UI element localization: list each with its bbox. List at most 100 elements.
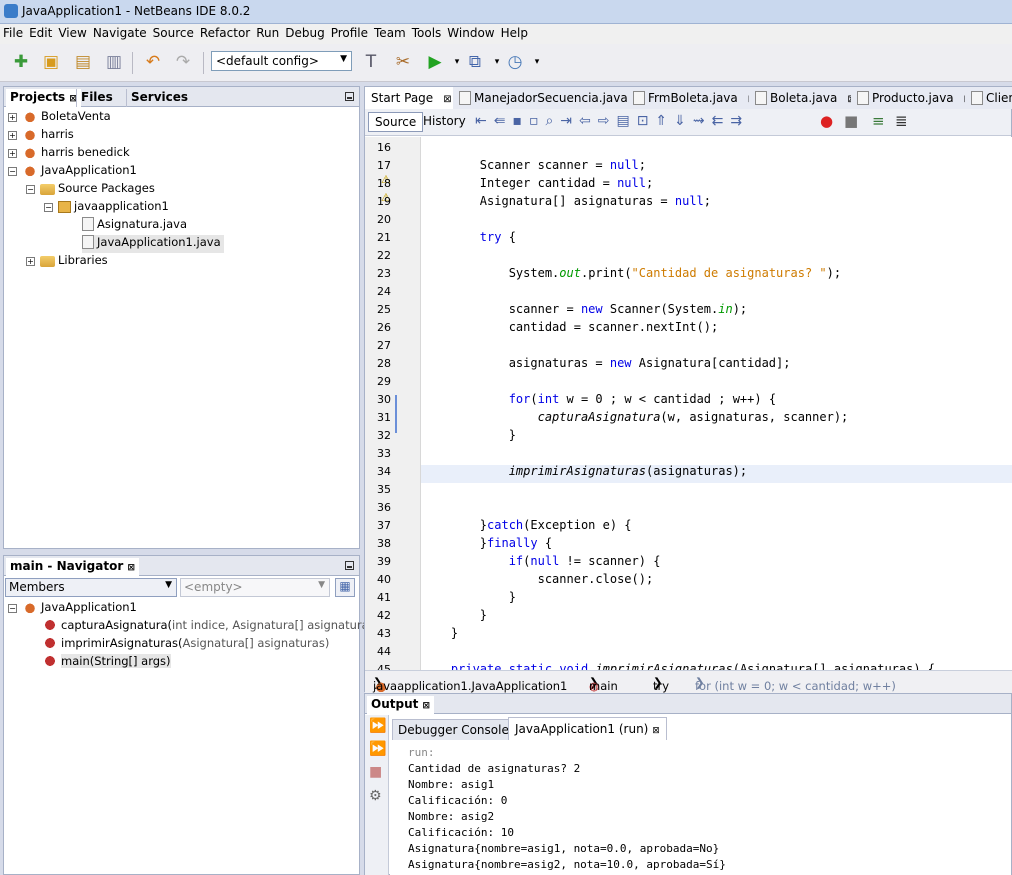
breadcrumb-for[interactable]: for (int w = 0; w < cantidad; w++) ❯ [695,675,896,693]
breadcrumb-try[interactable]: try ❯ [653,675,669,693]
code-line[interactable]: 35 [365,481,1012,499]
code-line[interactable]: 43 } [365,625,1012,643]
tab-boleta[interactable]: Boleta.java⊠ [749,87,863,109]
save-all-icon[interactable]: ▥ [103,51,125,73]
open-project-icon[interactable]: ▤ [72,51,94,73]
profile-dropdown-icon[interactable]: ▾ [526,51,548,73]
code-line[interactable]: 37 }catch(Exception e) { [365,517,1012,535]
menu-debug[interactable]: Debug [282,24,327,42]
tree-item-boletaventa[interactable]: + BoletaVenta [8,109,111,127]
code-line[interactable]: 45 private static void imprimirAsignatur… [365,661,1012,670]
tree-item-javaapplication1-java[interactable]: JavaApplication1.java [82,235,224,253]
new-project-icon[interactable]: ▣ [40,51,62,73]
code-line[interactable]: 23 System.out.print("Cantidad de asignat… [365,265,1012,283]
tab-services[interactable]: Services [126,89,198,107]
tree-item-harris-benedick[interactable]: + harris benedick [8,145,130,163]
menu-navigate[interactable]: Navigate [90,24,150,42]
code-line[interactable]: 44 [365,643,1012,661]
tree-item-asignatura-java[interactable]: Asignatura.java [82,217,187,235]
code-line[interactable]: 40 scanner.close(); [365,571,1012,589]
code-line[interactable]: 36 [365,499,1012,517]
menu-tools[interactable]: Tools [409,24,445,42]
undo-icon[interactable]: ↶ [142,51,164,73]
menu-file[interactable]: File [0,24,26,42]
code-line[interactable]: 17 Scanner scanner = null; [365,157,1012,175]
close-icon[interactable]: ⊠ [127,563,135,573]
rerun-with-params-icon[interactable]: ⏩ [369,741,386,757]
code-line[interactable]: 33 [365,445,1012,463]
code-line[interactable]: 20 [365,211,1012,229]
tab-projects[interactable]: Projects ⊠ [6,89,81,107]
navigator-root[interactable]: − JavaApplication1 [8,600,137,618]
source-tab[interactable]: Source [368,112,424,132]
code-line[interactable]: 16 [365,139,1012,157]
tab-client[interactable]: Client [965,87,1012,109]
menu-help[interactable]: Help [498,24,531,42]
code-line[interactable]: 18 Integer cantidad = null; [365,175,1012,193]
tab-manejadorsecuencia[interactable]: ManejadorSecuencia.java⊠ [453,87,654,109]
code-line[interactable]: 24 [365,283,1012,301]
tree-item-harris[interactable]: + harris [8,127,74,145]
code-line[interactable]: 34 imprimirAsignaturas(asignaturas); [365,463,1012,481]
breadcrumb-method[interactable]: ◍ main ❯ [589,675,618,693]
settings-icon[interactable]: ⚙ [369,788,382,804]
navigator-method-main[interactable]: main(String[] args) [42,654,171,672]
clean-build-icon[interactable]: ✂ [392,51,414,73]
code-line[interactable]: 41 } [365,589,1012,607]
tree-item-javaapplication1-package[interactable]: − javaapplication1 [44,199,169,217]
profile-project-icon[interactable]: ◷ [504,51,526,73]
run-project-icon[interactable]: ▶ [424,51,446,73]
filter-icon[interactable]: ▦ [335,578,355,597]
menu-source[interactable]: Source [150,24,197,42]
menu-refactor[interactable]: Refactor [197,24,253,42]
code-line[interactable]: 27 [365,337,1012,355]
code-line[interactable]: 42 } [365,607,1012,625]
breadcrumb-class[interactable]: javaapplication1.JavaApplication1 ❯ [373,675,567,693]
menu-edit[interactable]: Edit [26,24,55,42]
menu-team[interactable]: Team [371,24,409,42]
editor-actions-icon[interactable]: ⇤⇚▪▫⌕⇥⇦⇨▤⊡⇑⇓⇝⇇⇉ [475,113,749,129]
tree-item-source-packages[interactable]: − Source Packages [26,181,155,199]
code-line[interactable]: 32 } [365,427,1012,445]
code-line[interactable]: 19 Asignatura[] asignaturas = null; [365,193,1012,211]
minimize-icon[interactable] [345,92,354,101]
debug-project-icon[interactable]: ⧉ [464,51,486,73]
code-line[interactable]: 25 scanner = new Scanner(System.in); [365,301,1012,319]
build-project-icon[interactable]: T [360,51,382,73]
new-file-icon[interactable]: ✚ [10,51,32,73]
history-tab[interactable]: History [419,112,470,132]
code-line[interactable]: 29 [365,373,1012,391]
code-line[interactable]: 28 asignaturas = new Asignatura[cantidad… [365,355,1012,373]
navigator-method-captura[interactable]: capturaAsignatura(int indice, Asignatura… [42,618,417,636]
tab-navigator[interactable]: main - Navigator ⊠ [6,558,139,576]
tab-producto[interactable]: Producto.java⊠ [851,87,980,109]
tab-files[interactable]: Files [76,89,117,107]
code-line[interactable]: 21 try { [365,229,1012,247]
code-line[interactable]: 26 cantidad = scanner.nextInt(); [365,319,1012,337]
tree-item-libraries[interactable]: + Libraries [26,253,108,271]
comment-icon[interactable]: ≡ [872,112,885,130]
tab-output[interactable]: Output ⊠ [367,696,435,714]
menu-run[interactable]: Run [253,24,282,42]
tab-frmboleta[interactable]: FrmBoleta.java⊠ [627,87,764,109]
navigator-method-imprimir[interactable]: imprimirAsignaturas(Asignatura[] asignat… [42,636,329,654]
tab-javaapplication1-run[interactable]: JavaApplication1 (run) ⊠ [508,717,667,740]
output-console[interactable]: run: Cantidad de asignaturas? 2 Nombre: … [390,740,1011,875]
code-line[interactable]: 39 if(null != scanner) { [365,553,1012,571]
rerun-icon[interactable]: ⏩ [369,718,386,734]
config-select[interactable]: <default config> ▼ [211,51,352,71]
stop-macro-icon[interactable]: ■ [844,112,858,130]
stop-icon[interactable]: ■ [369,764,382,780]
menu-view[interactable]: View [55,24,89,42]
menu-window[interactable]: Window [444,24,497,42]
code-line[interactable]: 38 }finally { [365,535,1012,553]
code-line[interactable]: 22 [365,247,1012,265]
tab-debugger-console[interactable]: Debugger Console ⊠ [392,719,527,741]
empty-select[interactable]: <empty> ▼ [180,578,330,597]
menu-profile[interactable]: Profile [328,24,371,42]
code-line[interactable]: 31 capturaAsignatura(w, asignaturas, sca… [365,409,1012,427]
redo-icon[interactable]: ↷ [172,51,194,73]
code-line[interactable]: 30 for(int w = 0 ; w < cantidad ; w++) { [365,391,1012,409]
code-editor[interactable]: ⚠ ⚠ − 1617 Scanner scanner = null;18 Int… [365,137,1012,670]
minimize-icon[interactable] [345,561,354,570]
